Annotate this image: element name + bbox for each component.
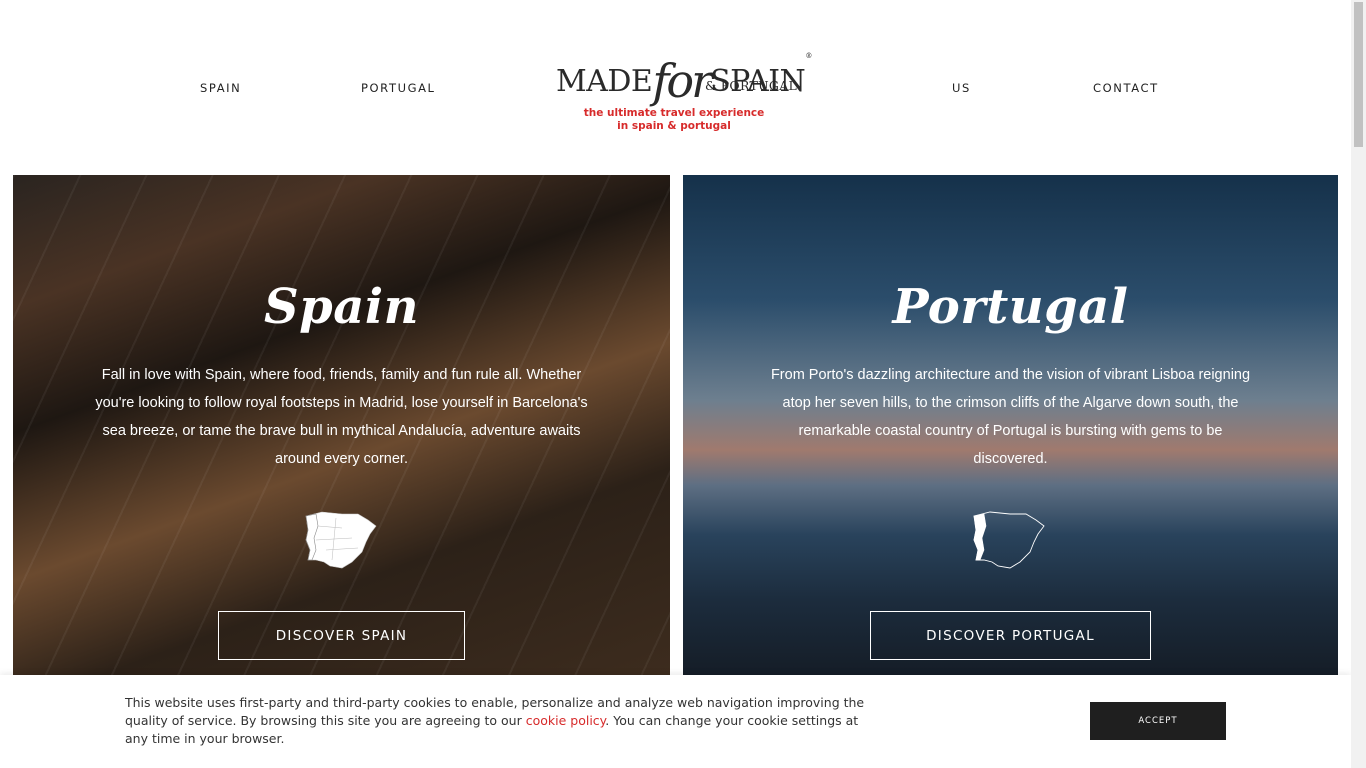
logo-subtitle: & PORTUGAL [705, 78, 798, 93]
portugal-title: Portugal [892, 279, 1129, 335]
site-logo[interactable]: MADEforSPAIN® & PORTUGAL the ultimate tr… [556, 36, 812, 136]
spain-panel: Spain Fall in love with Spain, where foo… [13, 175, 670, 675]
spain-description: Fall in love with Spain, where food, fri… [95, 367, 588, 467]
nav-spain[interactable]: SPAIN [200, 81, 241, 95]
iberia-map-portugal-highlighted-icon [973, 511, 1045, 569]
nav-us[interactable]: US [952, 81, 971, 95]
spain-title: Spain [264, 279, 419, 335]
accept-cookies-button[interactable]: ACCEPT [1090, 702, 1226, 740]
discover-portugal-button[interactable]: DISCOVER PORTUGAL [870, 611, 1151, 660]
nav-contact[interactable]: CONTACT [1093, 81, 1159, 95]
page-scrollbar[interactable] [1351, 0, 1366, 768]
scrollbar-thumb[interactable] [1354, 2, 1363, 147]
cookie-message: This website uses first-party and third-… [125, 695, 865, 746]
cookie-policy-link[interactable]: cookie policy [526, 713, 606, 728]
iberia-map-spain-highlighted-icon [305, 511, 377, 569]
discover-spain-button[interactable]: DISCOVER SPAIN [218, 611, 465, 660]
logo-tagline: the ultimate travel experience in spain … [583, 107, 765, 132]
logo-wordmark: MADEforSPAIN® [556, 52, 812, 108]
cookie-banner: This website uses first-party and third-… [0, 675, 1351, 768]
portugal-panel: Portugal From Porto's dazzling architect… [683, 175, 1338, 675]
nav-portugal[interactable]: PORTUGAL [361, 81, 436, 95]
portugal-description: From Porto's dazzling architecture and t… [770, 367, 1251, 467]
site-header: SPAIN PORTUGAL MADEforSPAIN® & PORTUGAL … [0, 0, 1351, 175]
